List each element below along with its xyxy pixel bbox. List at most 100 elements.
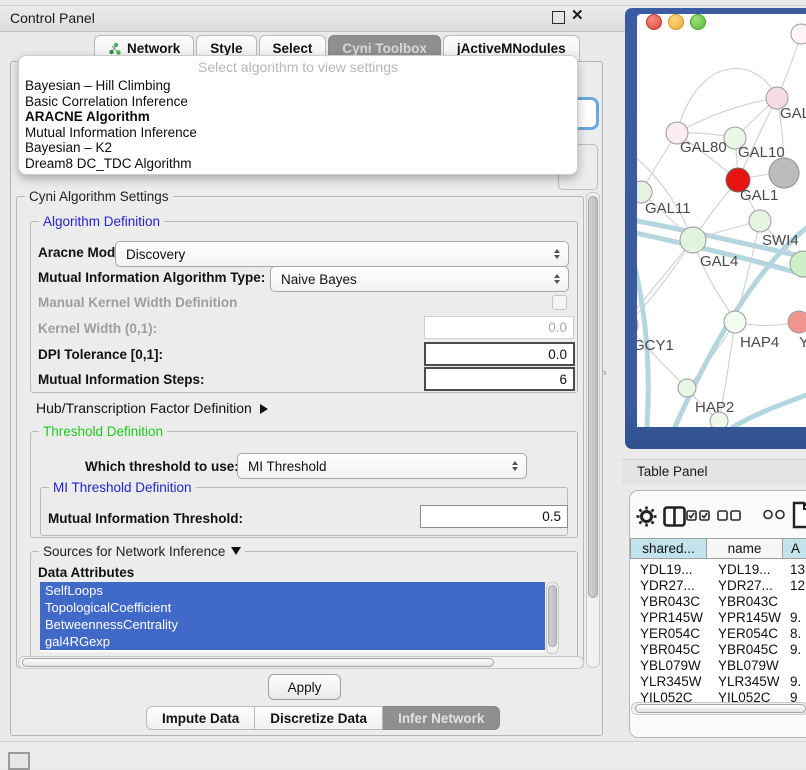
mi-algorithm-type-dropdown[interactable]: Naive Bayes — [270, 266, 569, 292]
menu-item-bayesian-hill-climbing[interactable]: Bayesian – Hill Climbing — [19, 78, 577, 94]
table-row[interactable]: YDR27...YDR27...12 — [630, 578, 806, 594]
column-header-shared[interactable]: shared... — [630, 538, 707, 559]
list-item[interactable]: BetweennessCentrality — [40, 616, 545, 633]
list-item[interactable]: gal4RGexp — [40, 633, 545, 650]
tab-impute-data[interactable]: Impute Data — [146, 706, 255, 730]
settings-v-scrollbar[interactable] — [586, 192, 600, 668]
network-graph[interactable]: GAL7 GAL80 GAL10 GAL1 GAL11 SWI4 GAL4 GC… — [637, 14, 806, 427]
tab-infer-network[interactable]: Infer Network — [383, 706, 500, 730]
apply-button[interactable]: Apply — [268, 674, 341, 700]
table-row[interactable]: YBL079WYBL079W — [630, 658, 806, 674]
radio-pair-icon[interactable] — [763, 509, 785, 520]
menu-item-aracne[interactable]: ARACNE Algorithm — [19, 109, 577, 125]
panel-title: Control Panel — [10, 10, 95, 26]
table-panel-title: Table Panel — [637, 464, 708, 479]
list-item[interactable]: SelfLoops — [40, 582, 545, 599]
data-attributes-label: Data Attributes — [38, 565, 134, 580]
dpi-tolerance-field[interactable]: 0.0 — [424, 342, 575, 366]
kernel-width-field[interactable]: 0.0 — [424, 316, 574, 339]
expand-arrow-icon — [260, 404, 268, 414]
node[interactable] — [791, 24, 806, 44]
which-threshold-dropdown[interactable]: MI Threshold — [237, 453, 527, 479]
svg-text:Y: Y — [799, 334, 806, 351]
float-panel-icon[interactable] — [552, 11, 565, 24]
panel-splitter-icon[interactable]: › — [603, 367, 607, 379]
algorithm-placeholder: Select algorithm to view settings — [19, 56, 577, 78]
table-body: YDL19...YDL19...13 YDR27...YDR27...12 YB… — [630, 560, 806, 702]
menu-item-basic-correlation[interactable]: Basic Correlation Inference — [19, 94, 577, 110]
columns-icon[interactable] — [663, 506, 686, 527]
svg-text:GAL80: GAL80 — [680, 139, 727, 156]
menu-item-mutual-information[interactable]: Mutual Information Inference — [19, 125, 577, 141]
list-item[interactable]: TopologicalCoefficient — [40, 599, 545, 616]
mi-threshold-field[interactable]: 0.5 — [420, 505, 568, 528]
column-header-name[interactable]: name — [706, 538, 783, 559]
mi-threshold-label: Mutual Information Threshold: — [48, 511, 243, 526]
aracne-mode-dropdown[interactable]: Discovery — [115, 241, 569, 267]
hub-section-toggle[interactable]: Hub/Transcription Factor Definition — [36, 400, 268, 416]
table-h-scrollbar[interactable] — [631, 702, 806, 715]
sources-legend[interactable]: Sources for Network Inference — [39, 544, 245, 559]
node-gcy1[interactable] — [637, 314, 638, 336]
table-row[interactable]: YIL052CYIL052C9 — [630, 690, 806, 702]
table-panel-titlebar: Table Panel — [622, 459, 806, 484]
table-row[interactable]: YDL19...YDL19...13 — [630, 562, 806, 578]
menu-item-bayesian-k2[interactable]: Bayesian – K2 — [19, 140, 577, 156]
svg-text:GAL1: GAL1 — [740, 187, 778, 204]
svg-text:GAL7: GAL7 — [780, 105, 806, 122]
table-row[interactable]: YLR345WYLR345W9. — [630, 674, 806, 690]
manual-kernel-checkbox[interactable] — [552, 295, 567, 310]
gear-icon[interactable] — [636, 506, 657, 527]
mi-steps-field[interactable]: 6 — [424, 367, 575, 391]
mi-type-label: Mutual Information Algorithm Type: — [38, 270, 265, 285]
stepper-icon — [507, 461, 526, 471]
node-swi4[interactable] — [749, 210, 771, 232]
svg-text:GAL10: GAL10 — [738, 144, 785, 161]
column-header-a[interactable]: A — [782, 538, 806, 559]
node-labels: GAL7 GAL80 GAL10 GAL1 GAL11 SWI4 GAL4 GC… — [637, 105, 806, 416]
table-row[interactable]: YPR145WYPR145W9. — [630, 610, 806, 626]
algorithm-definition-legend: Algorithm Definition — [39, 214, 164, 229]
highlighted-edges — [637, 220, 806, 427]
dpi-tolerance-label: DPI Tolerance [0,1]: — [38, 347, 163, 362]
stepper-icon — [549, 274, 568, 284]
deselect-all-icon[interactable] — [717, 510, 742, 522]
algorithm-dropdown-popup: Select algorithm to view settings Bayesi… — [18, 55, 578, 175]
table-row[interactable]: YER054CYER054C8. — [630, 626, 806, 642]
svg-text:GCY1: GCY1 — [637, 337, 674, 354]
node-hap2[interactable] — [678, 379, 696, 397]
close-panel-icon[interactable]: ✕ — [571, 6, 584, 24]
svg-text:SWI4: SWI4 — [762, 232, 799, 249]
select-all-icon[interactable] — [686, 510, 711, 522]
table-row[interactable]: YBR043CYBR043C — [630, 594, 806, 610]
svg-text:GAL11: GAL11 — [645, 200, 691, 217]
svg-text:HAP4: HAP4 — [740, 334, 779, 351]
stepper-icon — [549, 249, 568, 259]
mi-threshold-legend: MI Threshold Definition — [49, 480, 196, 495]
collapse-arrow-icon — [231, 547, 241, 555]
file-icon[interactable] — [792, 501, 806, 529]
manual-kernel-label: Manual Kernel Width Definition — [38, 295, 237, 310]
mi-steps-label: Mutual Information Steps: — [38, 372, 205, 387]
menu-item-dream8[interactable]: Dream8 DC_TDC Algorithm — [19, 156, 577, 172]
aracne-mode-label: Aracne Mode: — [38, 245, 127, 260]
collapsed-panel-icon[interactable] — [8, 752, 30, 770]
network-icon — [108, 42, 122, 56]
which-threshold-label: Which threshold to use: — [85, 459, 239, 474]
bottom-strip — [0, 741, 806, 763]
node-hap4[interactable] — [724, 311, 746, 333]
svg-text:GAL4: GAL4 — [700, 253, 738, 270]
svg-text:HAP2: HAP2 — [695, 399, 734, 416]
node-salmon[interactable] — [788, 311, 806, 333]
attributes-scrollbar[interactable] — [546, 582, 559, 654]
cyni-settings-legend: Cyni Algorithm Settings — [25, 189, 173, 204]
table-row[interactable]: YBR045CYBR045C9. — [630, 642, 806, 658]
node-gray[interactable] — [769, 158, 799, 188]
kernel-width-label: Kernel Width (0,1): — [38, 321, 157, 336]
bottom-tabs: Impute Data Discretize Data Infer Networ… — [146, 706, 500, 730]
data-attributes-list: SelfLoops TopologicalCoefficient Between… — [40, 582, 545, 652]
settings-h-scrollbar[interactable] — [18, 656, 584, 669]
node-gal4[interactable] — [680, 227, 706, 253]
tab-discretize-data[interactable]: Discretize Data — [255, 706, 383, 730]
threshold-definition-legend: Threshold Definition — [39, 424, 167, 439]
